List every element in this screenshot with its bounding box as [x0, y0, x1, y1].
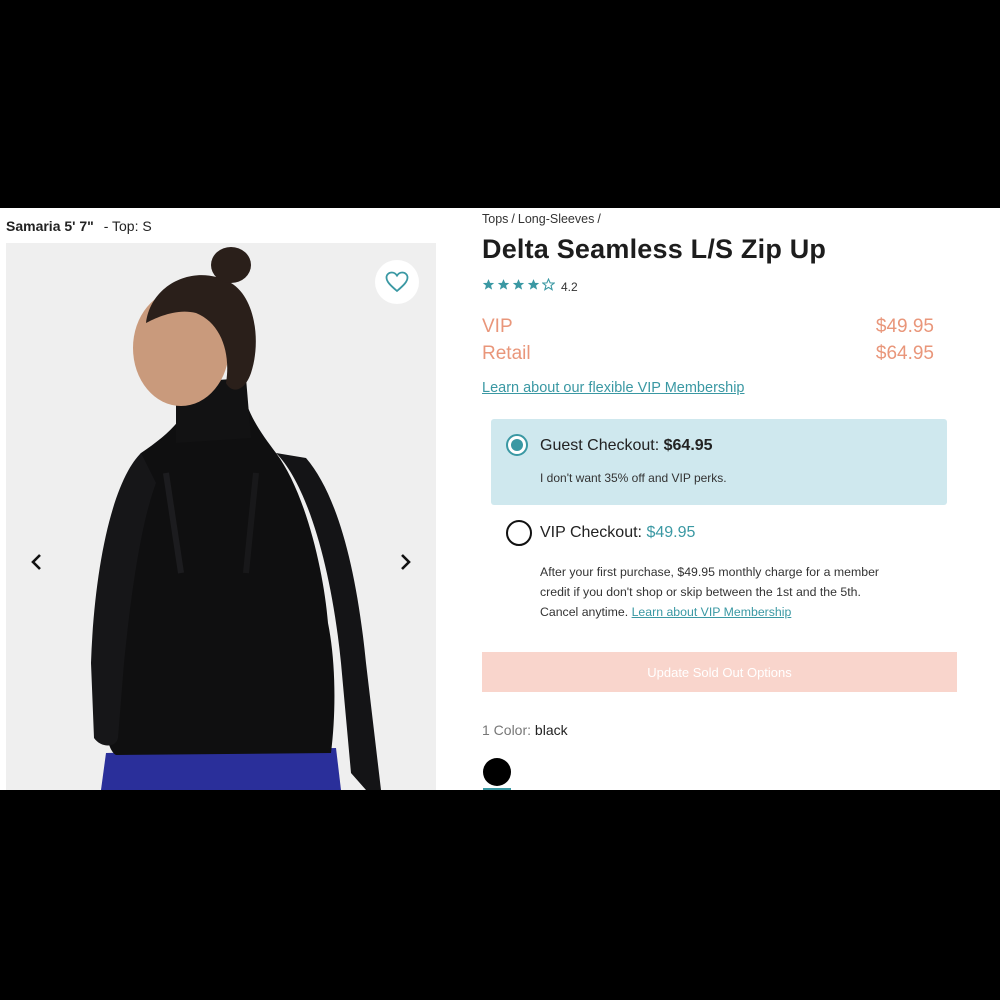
breadcrumb-item-long-sleeves[interactable]: Long-Sleeves — [518, 212, 594, 226]
vip-checkout-description: After your first purchase, $49.95 monthl… — [540, 562, 900, 622]
guest-checkout-radio[interactable] — [506, 434, 528, 456]
vip-price-row: VIP $49.95 — [482, 316, 934, 338]
chevron-right-icon — [401, 554, 411, 570]
breadcrumb-separator: / — [597, 212, 601, 226]
product-rating[interactable]: 4.2 — [482, 277, 578, 296]
guest-checkout-amount: $64.95 — [663, 437, 713, 454]
update-sold-out-options-button[interactable]: Update Sold Out Options — [482, 652, 957, 692]
breadcrumb-separator: / — [511, 212, 515, 226]
heart-outline-icon — [385, 271, 409, 293]
product-title: Delta Seamless L/S Zip Up — [482, 234, 827, 264]
star-icon — [512, 278, 525, 296]
model-name: Samaria 5' 7" — [6, 218, 94, 234]
vip-membership-link[interactable]: Learn about VIP Membership — [632, 605, 792, 619]
favorite-button[interactable] — [375, 260, 419, 304]
star-icon — [497, 278, 510, 296]
star-icon — [482, 278, 495, 296]
color-selector-label: 1 Color: black — [482, 722, 568, 738]
swatch-selected-indicator — [483, 788, 511, 790]
model-info: Samaria 5' 7" - Top: S — [6, 218, 152, 234]
color-value: black — [534, 722, 568, 738]
retail-price-label: Retail — [482, 343, 531, 364]
guest-checkout-option[interactable]: Guest Checkout: $64.95 I don't want 35% … — [491, 419, 947, 505]
vip-checkout-label[interactable]: VIP Checkout: $49.95 — [540, 524, 695, 542]
gallery-next-button[interactable] — [392, 549, 418, 575]
vip-checkout-amount: $49.95 — [646, 524, 696, 541]
learn-vip-membership-link[interactable]: Learn about our flexible VIP Membership — [482, 380, 745, 396]
product-page: Samaria 5' 7" - Top: S Tops / Long-Sleev… — [0, 208, 1000, 790]
vip-checkout-radio[interactable] — [506, 520, 532, 546]
product-photo — [6, 243, 436, 790]
breadcrumb: Tops / Long-Sleeves / — [482, 212, 604, 226]
guest-checkout-subtext: I don't want 35% off and VIP perks. — [540, 471, 727, 485]
model-size: - Top: S — [103, 218, 152, 234]
vip-price-label: VIP — [482, 316, 513, 337]
star-icon — [527, 278, 540, 296]
vip-checkout-text: VIP Checkout: — [540, 524, 642, 541]
guest-checkout-text: Guest Checkout: — [540, 437, 660, 454]
star-outline-icon — [541, 277, 556, 296]
retail-price-value: $64.95 — [875, 343, 934, 364]
rating-value: 4.2 — [561, 280, 578, 294]
retail-price-row: Retail $64.95 — [482, 343, 934, 365]
vip-price-value: $49.95 — [875, 316, 934, 337]
product-gallery[interactable] — [6, 243, 436, 790]
color-swatch-black[interactable] — [483, 758, 511, 786]
breadcrumb-item-tops[interactable]: Tops — [482, 212, 508, 226]
gallery-prev-button[interactable] — [24, 549, 50, 575]
guest-checkout-label: Guest Checkout: $64.95 — [540, 437, 713, 455]
color-count: 1 Color: — [482, 722, 532, 738]
chevron-left-icon — [31, 554, 41, 570]
